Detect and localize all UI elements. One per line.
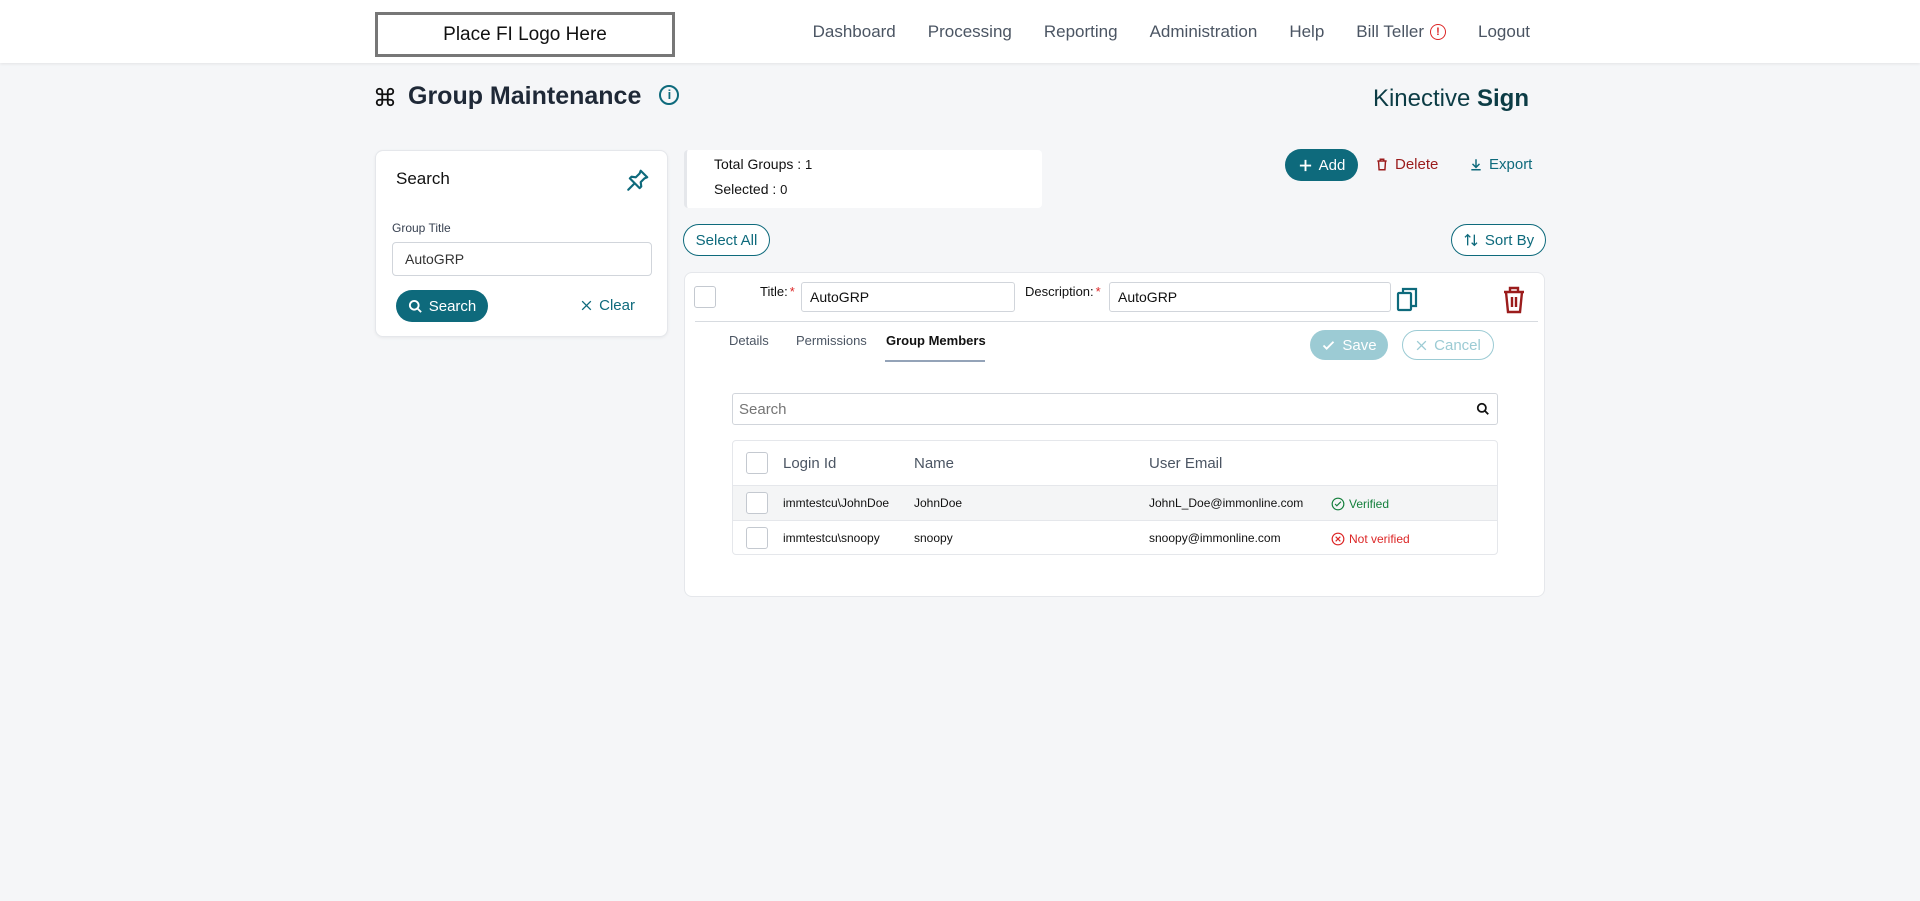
column-user-email[interactable]: User Email <box>1149 455 1222 472</box>
check-icon <box>1323 340 1335 350</box>
sort-by-button[interactable]: Sort By <box>1451 224 1546 256</box>
fi-logo-placeholder[interactable]: Place FI Logo Here <box>375 12 675 57</box>
required-mark: * <box>1095 284 1101 299</box>
download-icon <box>1471 159 1481 171</box>
row-checkbox[interactable] <box>746 527 768 549</box>
name-cell: snoopy <box>914 531 953 545</box>
required-mark: * <box>789 284 795 299</box>
export-button-label: Export <box>1489 156 1533 173</box>
copy-icon[interactable] <box>1395 287 1419 313</box>
tab-group-members[interactable]: Group Members <box>886 333 986 348</box>
table-row: immtestcu\JohnDoe JohnDoe JohnL_Doe@immo… <box>733 485 1497 520</box>
page-header: Group Maintenance i <box>374 82 680 111</box>
command-icon <box>375 87 395 106</box>
brand-logo: Kinective Sign <box>1373 85 1529 113</box>
info-icon[interactable]: i <box>659 84 680 105</box>
user-menu[interactable]: Bill Teller ! <box>1356 22 1446 42</box>
cancel-button-label: Cancel <box>1434 336 1481 354</box>
nav-reporting[interactable]: Reporting <box>1044 22 1118 42</box>
alert-icon: ! <box>1430 24 1446 40</box>
clear-button[interactable]: Clear <box>580 297 635 314</box>
tab-permissions[interactable]: Permissions <box>796 333 867 348</box>
status-text: Not verified <box>1349 532 1410 546</box>
search-icon <box>408 299 422 313</box>
nav-help[interactable]: Help <box>1289 22 1324 42</box>
plus-icon <box>1299 159 1311 171</box>
title-label-text: Title: <box>760 284 788 299</box>
description-label-text: Description: <box>1025 284 1094 299</box>
group-title-input[interactable] <box>392 242 652 276</box>
add-button-label: Add <box>1318 156 1346 174</box>
active-tab-indicator <box>885 360 985 362</box>
status-text: Verified <box>1349 497 1390 511</box>
sort-icon <box>1464 233 1478 247</box>
trash-icon <box>1377 158 1387 171</box>
name-cell: JohnDoe <box>914 496 963 510</box>
total-groups: Total Groups : 1 <box>714 156 812 172</box>
user-name: Bill Teller <box>1356 22 1424 41</box>
description-label: Description: * <box>1025 284 1101 299</box>
sort-by-label: Sort By <box>1484 231 1535 249</box>
search-button[interactable]: Search <box>396 290 488 322</box>
email-cell: snoopy@immonline.com <box>1149 531 1281 545</box>
selected-value: 0 <box>780 182 788 197</box>
table-header: Login Id Name User Email <box>733 441 1497 485</box>
members-table: Login Id Name User Email immtestcu\JohnD… <box>732 440 1498 555</box>
table-row: immtestcu\snoopy snoopy snoopy@immonline… <box>733 520 1497 554</box>
total-groups-value: 1 <box>805 157 813 172</box>
clear-button-label: Clear <box>599 297 635 314</box>
group-title-label: Group Title <box>392 221 451 235</box>
login-id-cell: immtestcu\JohnDoe <box>783 496 890 510</box>
nav-logout[interactable]: Logout <box>1478 22 1530 42</box>
email-cell: JohnL_Doe@immonline.com <box>1149 496 1304 510</box>
save-button[interactable]: Save <box>1310 330 1388 360</box>
title-input[interactable] <box>801 282 1015 312</box>
total-groups-label: Total Groups : <box>714 156 806 172</box>
nav-dashboard[interactable]: Dashboard <box>813 22 896 42</box>
nav-processing[interactable]: Processing <box>928 22 1012 42</box>
card-divider <box>695 321 1538 322</box>
page-title: Group Maintenance <box>408 82 642 110</box>
search-panel: Search Group Title Search Clear <box>375 150 668 337</box>
column-login-id[interactable]: Login Id <box>783 455 836 472</box>
member-search-input[interactable] <box>732 393 1498 425</box>
row-checkbox[interactable] <box>746 492 768 514</box>
pin-icon[interactable] <box>625 167 651 193</box>
delete-button[interactable]: Delete <box>1375 156 1438 173</box>
nav-administration[interactable]: Administration <box>1150 22 1258 42</box>
search-icon[interactable] <box>1476 402 1490 416</box>
brand-name: Kinective <box>1372 85 1477 112</box>
delete-button-label: Delete <box>1395 156 1439 173</box>
search-button-label: Search <box>428 297 477 315</box>
selected-count: Selected : 0 <box>714 181 787 197</box>
x-circle-icon <box>1331 532 1345 546</box>
main-nav: Dashboard Processing Reporting Administr… <box>813 22 1530 42</box>
login-id-cell: immtestcu\snoopy <box>783 531 880 545</box>
tab-details[interactable]: Details <box>729 333 769 348</box>
export-button[interactable]: Export <box>1469 156 1532 173</box>
delete-group-icon[interactable] <box>1502 286 1526 314</box>
check-circle-icon <box>1331 497 1345 511</box>
group-card: Title:* Description:* Details Permission… <box>684 272 1545 597</box>
column-name[interactable]: Name <box>914 455 954 472</box>
selected-label: Selected : <box>714 181 781 197</box>
group-summary: Total Groups : 1 Selected : 0 <box>684 150 1042 208</box>
top-navbar: Place FI Logo Here Dashboard Processing … <box>0 0 1920 63</box>
save-button-label: Save <box>1342 336 1377 354</box>
cancel-button[interactable]: Cancel <box>1402 330 1494 360</box>
title-label: Title: * <box>760 284 795 299</box>
search-panel-title: Search <box>396 169 450 188</box>
brand-name-bold: Sign <box>1477 85 1529 112</box>
select-all-button[interactable]: Select All <box>683 224 770 256</box>
status-badge: Not verified <box>1331 532 1410 546</box>
description-input[interactable] <box>1109 282 1391 312</box>
status-badge: Verified <box>1331 497 1389 511</box>
close-icon <box>1416 340 1427 350</box>
select-all-members-checkbox[interactable] <box>746 452 768 474</box>
group-select-checkbox[interactable] <box>694 286 716 308</box>
add-button[interactable]: Add <box>1285 149 1358 181</box>
close-icon <box>581 300 592 311</box>
